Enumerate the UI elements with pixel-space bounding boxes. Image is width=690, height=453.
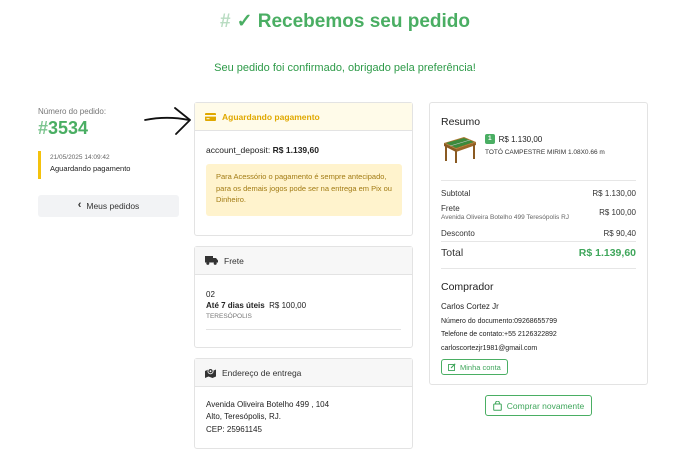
hand-drawn-arrow [144, 107, 191, 135]
total-label: Total [441, 247, 464, 259]
subtotal-row: Subtotal R$ 1.130,00 [441, 189, 636, 198]
order-number-hash: # [38, 118, 49, 138]
my-account-button[interactable]: Minha conta [441, 359, 508, 375]
shipping-eta-row: Até 7 dias úteis R$ 100,00 [206, 300, 306, 311]
buy-again-button[interactable]: Comprar novamente [485, 395, 592, 416]
timeline-status: Aguardando pagamento [50, 164, 131, 173]
title-text: ✓ Recebemos seu pedido [236, 11, 470, 32]
payment-status-title: Aguardando pagamento [222, 111, 320, 122]
address-details: Avenida Oliveira Botelho 499 , 104 Alto,… [206, 399, 329, 436]
item-price: R$ 1.130,00 [498, 134, 543, 144]
shipping-price: R$ 100,00 [269, 301, 307, 311]
buyer-info: Carlos Cortez Jr Número do documento:092… [441, 299, 557, 356]
frete-address: Avenida Oliveira Botelho 499 Teresópolis… [441, 214, 570, 221]
discount-row: Desconto R$ 90,40 [441, 229, 636, 238]
summary-divider [441, 180, 636, 181]
discount-value: R$ 90,40 [603, 229, 636, 238]
total-divider [441, 241, 636, 242]
map-marker-icon [205, 367, 216, 378]
address-cep: CEP: 25961145 [206, 424, 262, 434]
my-account-label: Minha conta [460, 362, 501, 372]
frete-label-group: Frete Avenida Oliveira Botelho 499 Teres… [441, 204, 569, 221]
frete-label: Frete [441, 204, 460, 213]
summary-card: Resumo 1 R$ 1.130,00 TOTÓ CAMPESTRE MIRI… [429, 102, 648, 385]
buyer-phone: Telefone de contato:+55 2126322892 [441, 331, 557, 339]
shipping-details: 02 Até 7 dias úteis R$ 100,00 TERESÓPOLI… [206, 289, 306, 321]
payment-notice: Para Acessório o pagamento é sempre ante… [206, 164, 402, 216]
subtotal-value: R$ 1.130,00 [592, 189, 636, 198]
frete-value: R$ 100,00 [599, 208, 636, 217]
address-title: Endereço de entrega [222, 367, 302, 378]
order-timeline: 21/05/2025 14:09:42 Aguardando pagamento [38, 151, 130, 179]
order-number-value: 3534 [48, 118, 89, 138]
truck-icon [205, 256, 218, 265]
shipping-eta: Até 7 dias úteis [206, 301, 265, 311]
order-number: #3534 [38, 118, 88, 139]
my-orders-label: Meus pedidos [86, 201, 140, 211]
item-name[interactable]: TOTÓ CAMPESTRE MIRIM 1.08X0.66 m [485, 149, 605, 156]
discount-label: Desconto [441, 229, 475, 238]
account-deposit: account_deposit: R$ 1.139,60 [206, 145, 319, 155]
edit-icon [448, 363, 456, 371]
summary-title: Resumo [441, 116, 481, 128]
shipping-divider [206, 329, 401, 330]
total-row: Total R$ 1.139,60 [441, 247, 636, 259]
shipping-card-header: Frete [195, 247, 412, 275]
buyer-title: Comprador [441, 281, 494, 293]
buyer-email: carloscortezjr1981@gmail.com [441, 344, 538, 352]
buy-again-label: Comprar novamente [506, 400, 585, 411]
page-title: # ✓ Recebemos seu pedido [0, 10, 690, 33]
shopping-bag-icon [492, 400, 502, 411]
my-orders-button[interactable]: ‹ Meus pedidos [38, 195, 179, 217]
address-card-header: Endereço de entrega [195, 359, 412, 387]
title-hash: # [219, 11, 231, 32]
buyer-document: Número do documento:09268655799 [441, 317, 557, 325]
credit-card-icon [205, 112, 216, 121]
address-card: Endereço de entrega Avenida Oliveira Bot… [194, 358, 413, 449]
frete-row: Frete Avenida Oliveira Botelho 499 Teres… [441, 204, 636, 221]
total-value: R$ 1.139,60 [578, 247, 636, 259]
product-thumbnail[interactable] [442, 133, 478, 163]
buyer-name: Carlos Cortez Jr [441, 302, 499, 311]
shipping-title: Frete [224, 255, 244, 266]
chevron-left-icon: ‹ [77, 199, 82, 211]
page-subtitle: Seu pedido foi confirmado, obrigado pela… [214, 62, 476, 74]
shipping-card: Frete 02 Até 7 dias úteis R$ 100,00 TERE… [194, 246, 413, 348]
account-deposit-label: account_deposit: [206, 145, 271, 155]
order-number-label: Número do pedido: [38, 107, 107, 116]
timeline-date: 21/05/2025 14:09:42 [50, 154, 110, 161]
item-price-line: 1 R$ 1.130,00 [485, 134, 542, 144]
shipping-city: TERESÓPOLIS [206, 313, 252, 321]
address-line2: Alto, Teresópolis, RJ. [206, 412, 281, 422]
account-deposit-value: R$ 1.139,60 [272, 145, 319, 155]
subtotal-label: Subtotal [441, 189, 471, 198]
item-qty-badge: 1 [485, 134, 495, 144]
payment-card-header: Aguardando pagamento [195, 103, 412, 131]
buyer-divider [441, 268, 636, 269]
payment-card: Aguardando pagamento account_deposit: R$… [194, 102, 413, 236]
address-line1: Avenida Oliveira Botelho 499 , 104 [206, 400, 330, 409]
shipping-qty: 02 [206, 290, 215, 299]
